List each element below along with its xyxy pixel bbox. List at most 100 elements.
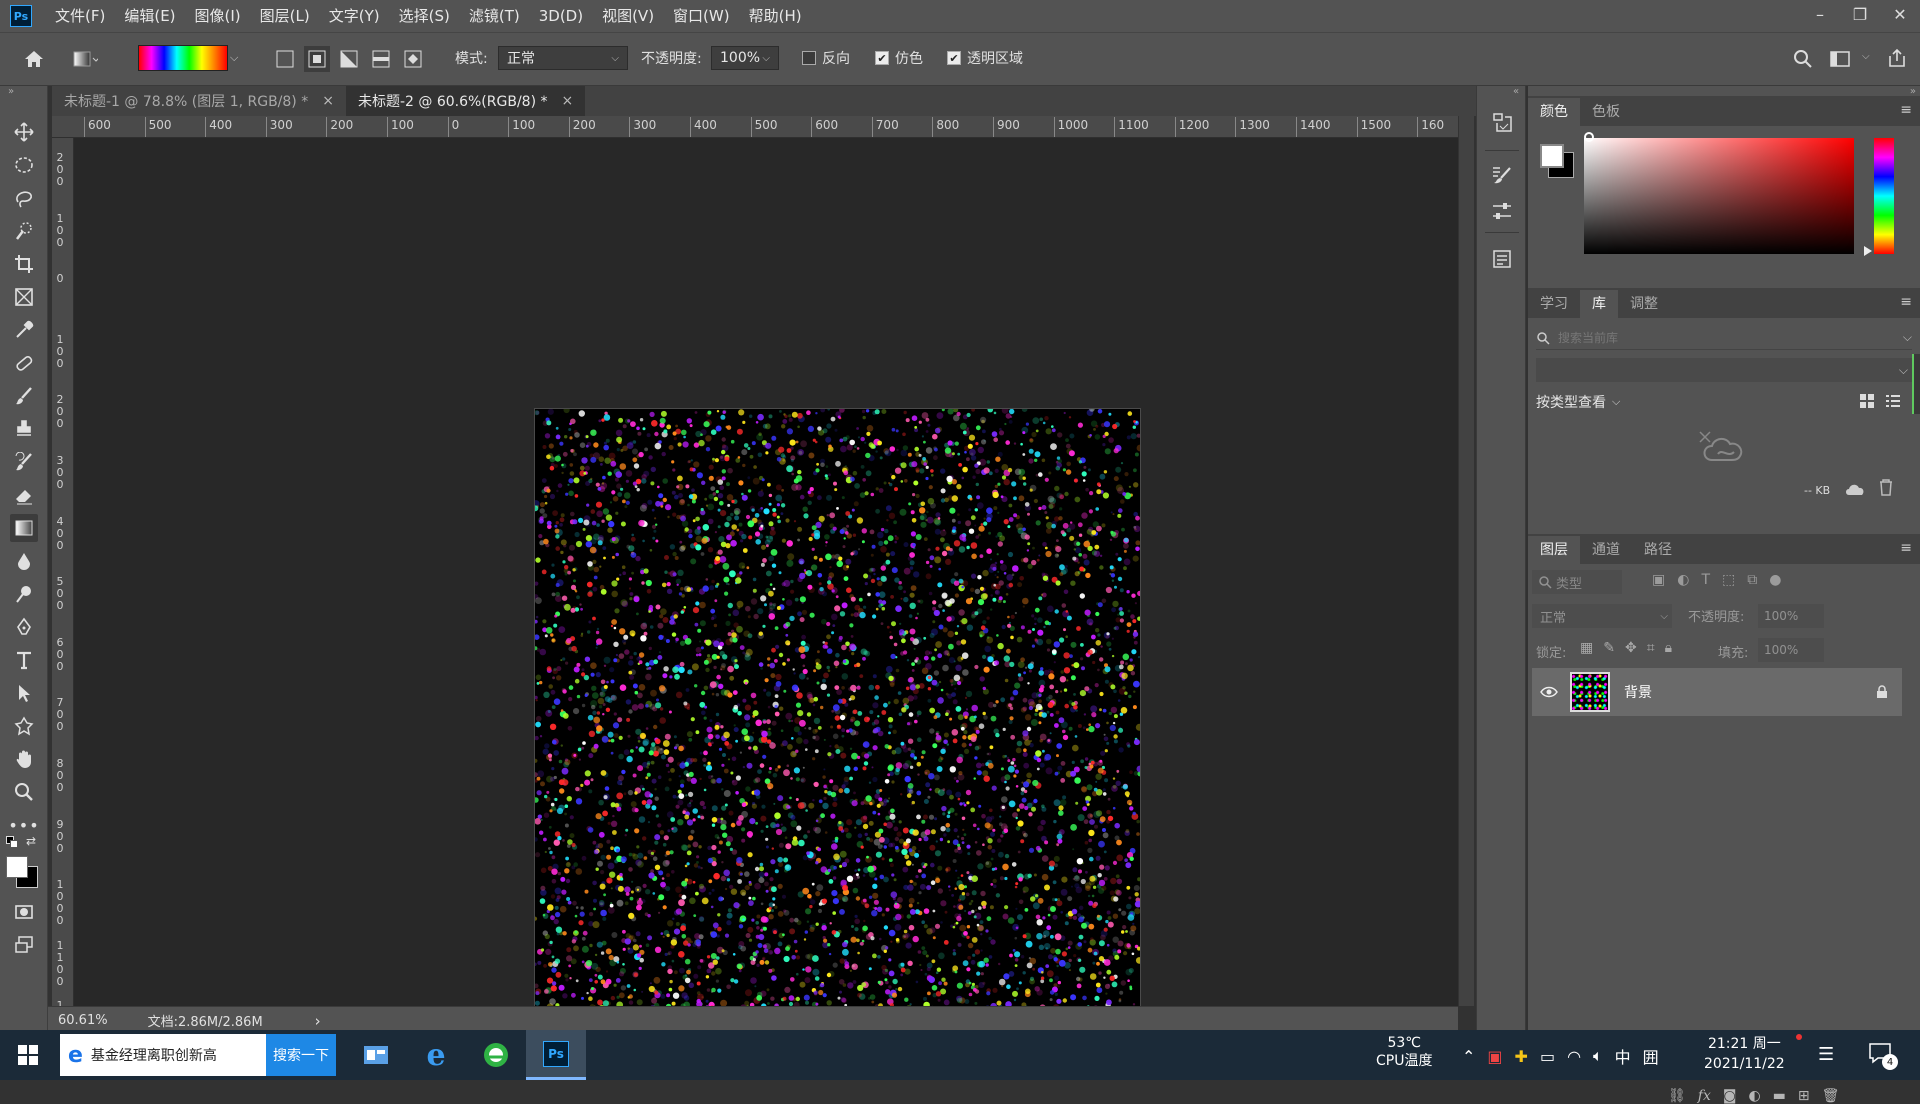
swap-colors-icon[interactable]: ⇄ xyxy=(26,834,36,848)
crop-tool[interactable] xyxy=(10,250,38,278)
move-tool[interactable] xyxy=(10,118,38,146)
noise-dot xyxy=(1049,684,1055,690)
canvas-area[interactable] xyxy=(74,138,1458,1013)
menu-help[interactable]: 帮助(H) xyxy=(749,0,802,32)
search-button[interactable] xyxy=(1790,46,1816,72)
history-panel-button[interactable] xyxy=(1489,110,1515,136)
clone-stamp-tool[interactable] xyxy=(10,415,38,443)
noise-dot xyxy=(827,580,832,585)
noise-dot xyxy=(884,779,890,784)
noise-dot xyxy=(899,508,907,516)
noise-dot xyxy=(928,976,935,983)
vertical-scrollbar[interactable] xyxy=(1458,116,1474,1006)
gradient-tool[interactable] xyxy=(10,514,38,542)
reflected-gradient-button[interactable] xyxy=(368,46,394,72)
healing-brush-tool[interactable] xyxy=(10,349,38,377)
menu-select[interactable]: 选择(S) xyxy=(399,0,450,32)
noise-dot xyxy=(888,512,896,519)
noise-dot xyxy=(843,780,849,786)
gradient-dropdown-icon[interactable]: ⌵ xyxy=(230,51,238,65)
close-icon[interactable]: × xyxy=(322,93,334,109)
brush-tool[interactable] xyxy=(10,382,38,410)
history-brush-tool[interactable] xyxy=(10,448,38,476)
menu-image[interactable]: 图像(I) xyxy=(195,0,241,32)
mode-select[interactable]: 正常 ⌵ xyxy=(498,46,628,70)
frame-tool[interactable] xyxy=(10,283,38,311)
marquee-tool[interactable] xyxy=(10,151,38,179)
diamond-gradient-button[interactable] xyxy=(400,46,426,72)
quick-select-tool[interactable] xyxy=(10,217,38,245)
noise-dot xyxy=(980,933,983,936)
noise-dot xyxy=(639,944,642,948)
opacity-input[interactable]: 100% ⌵ xyxy=(711,46,779,70)
status-menu-arrow[interactable]: › xyxy=(315,1012,321,1030)
radial-gradient-button[interactable] xyxy=(304,46,330,72)
noise-dot xyxy=(975,482,979,487)
noise-dot xyxy=(836,689,842,695)
path-select-tool[interactable] xyxy=(10,679,38,707)
home-button[interactable] xyxy=(21,46,47,72)
lasso-tool[interactable] xyxy=(10,184,38,212)
noise-dot xyxy=(549,998,556,1005)
menu-edit[interactable]: 编辑(E) xyxy=(124,0,175,32)
zoom-level[interactable]: 60.61% xyxy=(58,1013,108,1028)
noise-dot xyxy=(584,779,591,786)
zoom-tool[interactable] xyxy=(10,778,38,806)
menu-layer[interactable]: 图层(L) xyxy=(260,0,310,32)
noise-dot xyxy=(1133,640,1138,645)
vertical-ruler[interactable]: 200 100 0 100 200 300 400 500 600 700 800 900 1000 11… xyxy=(52,138,74,1006)
noise-dot xyxy=(756,914,761,919)
gradient-tool-preset[interactable] xyxy=(72,46,98,72)
gradient-picker[interactable] xyxy=(138,45,228,71)
noise-dot xyxy=(785,712,793,720)
pen-tool[interactable] xyxy=(10,613,38,641)
eyedropper-tool[interactable] xyxy=(10,316,38,344)
tab-untitled-1[interactable]: 未标题-1 @ 78.8% (图层 1, RGB/8) * × xyxy=(52,86,346,116)
type-tool[interactable] xyxy=(10,646,38,674)
menu-file[interactable]: 文件(F) xyxy=(55,0,105,32)
document-canvas[interactable] xyxy=(534,408,1141,1013)
menu-3d[interactable]: 3D(D) xyxy=(539,0,583,32)
noise-dot xyxy=(689,424,693,428)
transparency-checkbox[interactable]: ✔ 透明区域 xyxy=(947,48,1023,68)
menu-window[interactable]: 窗口(W) xyxy=(673,0,730,32)
brush-settings-button[interactable] xyxy=(1489,162,1515,188)
menu-type[interactable]: 文字(Y) xyxy=(329,0,380,32)
menu-view[interactable]: 视图(V) xyxy=(602,0,654,32)
restore-button[interactable]: ❐ xyxy=(1840,5,1880,24)
noise-dot xyxy=(825,465,829,468)
close-icon[interactable]: × xyxy=(561,93,573,109)
noise-dot xyxy=(941,409,945,412)
menu-filter[interactable]: 滤镜(T) xyxy=(469,0,520,32)
collapse-icon[interactable]: « xyxy=(1513,86,1519,97)
foreground-color-swatch[interactable] xyxy=(6,856,28,878)
noise-dot xyxy=(741,802,747,807)
eraser-tool[interactable] xyxy=(10,481,38,509)
default-colors-icon[interactable] xyxy=(6,836,20,850)
collapse-icon[interactable]: » xyxy=(8,86,14,97)
screen-mode-button[interactable] xyxy=(10,931,38,959)
chevron-down-icon[interactable]: ⌵ xyxy=(1862,51,1870,62)
blur-tool[interactable] xyxy=(10,547,38,575)
horizontal-ruler[interactable]: 600 500 400 300 200 100 0 100 200 300 400 500 600 700… xyxy=(52,116,1458,138)
reverse-checkbox[interactable]: 反向 xyxy=(802,48,850,68)
noise-dot xyxy=(1017,820,1024,827)
noise-dot xyxy=(768,521,774,527)
pen-icon xyxy=(17,617,31,635)
share-button[interactable] xyxy=(1884,45,1910,71)
close-button[interactable]: ✕ xyxy=(1880,5,1920,24)
custom-shape-tool[interactable] xyxy=(10,712,38,740)
noise-dot xyxy=(1095,507,1099,511)
noise-dot xyxy=(851,752,858,760)
tab-untitled-2[interactable]: 未标题-2 @ 60.6%(RGB/8) * × xyxy=(345,86,586,116)
quick-mask-button[interactable] xyxy=(10,898,38,926)
dodge-tool[interactable] xyxy=(10,580,38,608)
noise-dot xyxy=(890,808,895,814)
dither-checkbox[interactable]: ✔ 仿色 xyxy=(875,48,923,68)
hand-tool[interactable] xyxy=(10,745,38,773)
minimize-button[interactable]: – xyxy=(1800,5,1840,24)
angle-gradient-button[interactable] xyxy=(336,46,362,72)
noise-dot xyxy=(649,411,655,417)
linear-gradient-button[interactable] xyxy=(272,46,298,72)
workspace-button[interactable] xyxy=(1827,46,1853,72)
